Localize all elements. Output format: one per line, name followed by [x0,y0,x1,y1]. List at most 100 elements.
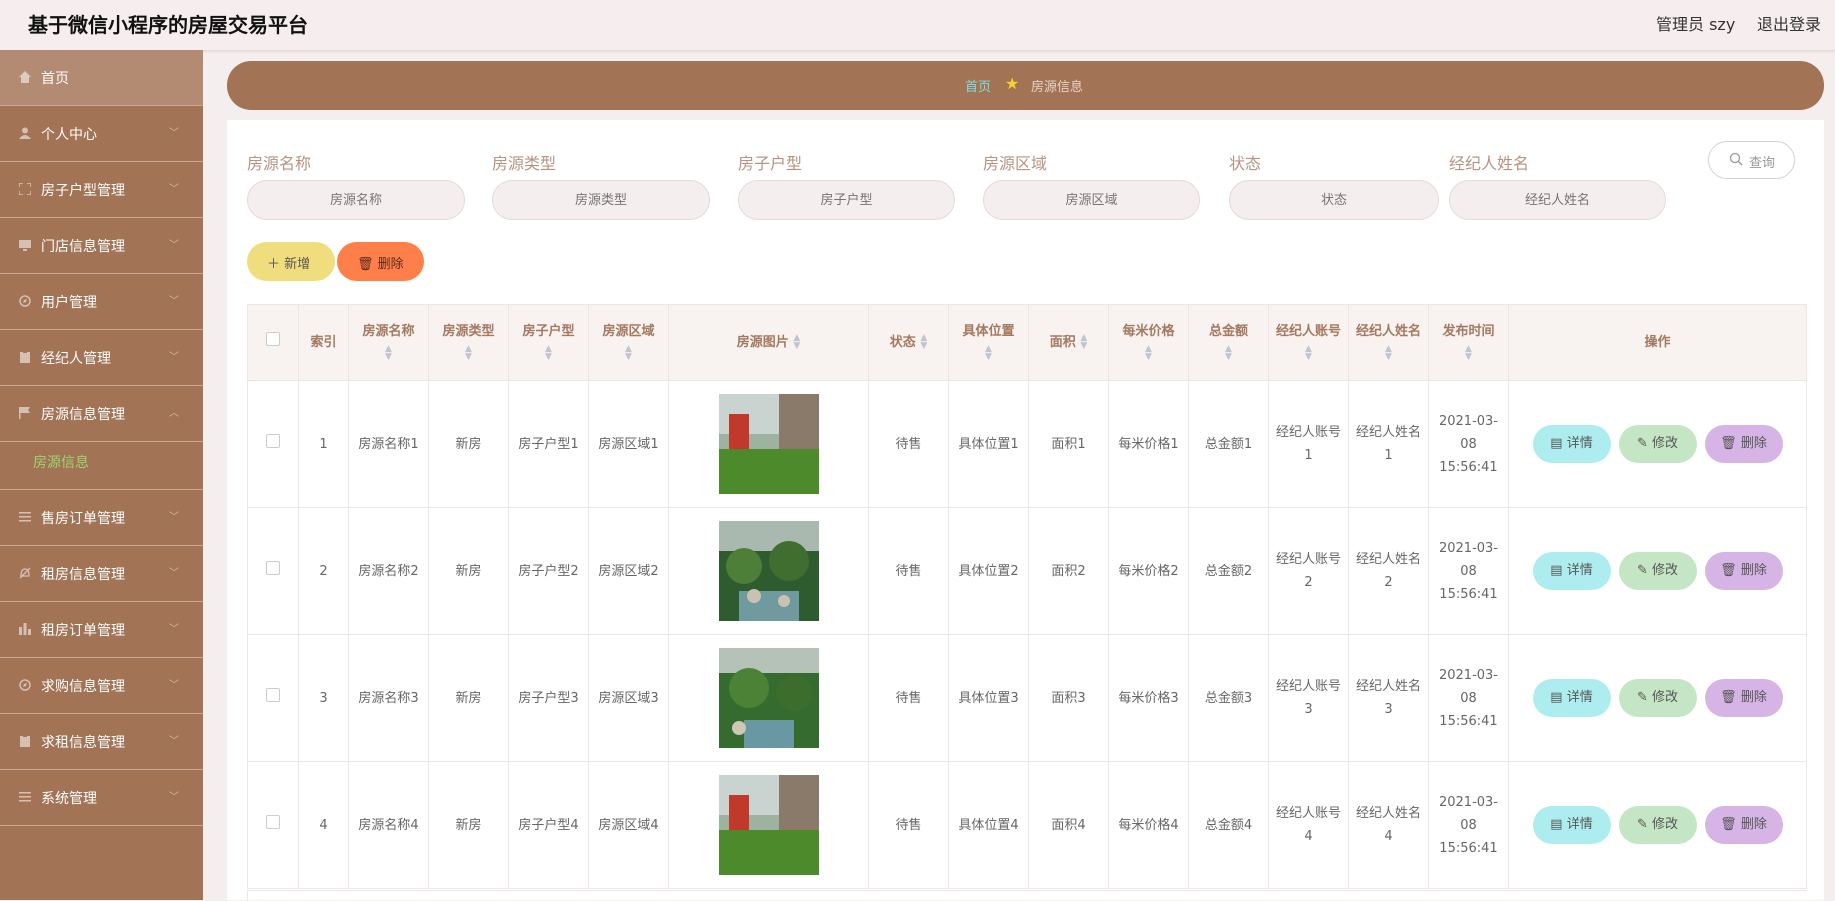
status-input[interactable] [1229,180,1439,220]
sort-icon[interactable]: ▲ ▼ [1465,345,1472,362]
sidebar-item-label: 门店信息管理 [41,239,125,255]
sidebar-item-agent-management[interactable]: 经纪人管理 ﹀ [0,330,203,386]
edit-button[interactable]: ✎ 修改 [1618,552,1697,590]
bell-off-icon [19,567,31,579]
column-header[interactable]: 经纪人账号 ▲ ▼ [1268,304,1349,381]
batch-delete-button[interactable]: 🗑 删除 [337,242,424,281]
search-button[interactable]: 查询 [1708,141,1795,179]
sidebar-subitem-listing-info[interactable]: 房源信息 [0,442,203,490]
row-checkbox[interactable] [266,814,280,829]
table-cell: 4 [298,761,349,889]
sidebar-item-store-info[interactable]: 门店信息管理 ﹀ [0,218,203,274]
edit-button[interactable]: ✎ 修改 [1618,425,1697,463]
detail-button[interactable]: ▤ 详情 [1532,806,1611,844]
sidebar-item-rental-info[interactable]: 租房信息管理 ﹀ [0,546,203,602]
detail-button[interactable]: ▤ 详情 [1532,425,1611,463]
column-header[interactable]: 房源名称 ▲ ▼ [348,304,429,381]
column-header[interactable]: 房子户型 ▲ ▼ [508,304,589,381]
sidebar-item-listing-management[interactable]: 房源信息管理 ︿ [0,386,203,442]
sort-icon[interactable]: ▲ ▼ [985,345,992,362]
edit-button[interactable]: ✎ 修改 [1618,679,1697,717]
table-cell: 具体位置4 [948,761,1029,889]
actions-cell: ▤ 详情 ✎ 修改 🗑 删除 [1508,634,1807,762]
sidebar-item-user-management[interactable]: 用户管理 ﹀ [0,274,203,330]
table-cell: 2 [298,507,349,635]
row-checkbox[interactable] [266,687,280,702]
sidebar-item-label: 系统管理 [41,791,97,807]
column-header[interactable]: 面积 ▲ ▼ [1028,304,1109,381]
chevron-up-icon: ︿ [169,408,179,419]
table-header-row: 索引 房源名称 ▲ ▼ 房源类型 ▲ ▼ 房子户型 ▲ ▼ 房源区域 ▲ ▼ 房源图片 ▲ ▼ 状… [247,304,1807,381]
column-header[interactable]: 发布时间 ▲ ▼ [1428,304,1509,381]
table-cell: 新房 [428,380,509,508]
table-cell: 经纪人账号2 [1268,507,1349,635]
flag-icon [19,407,30,419]
column-header[interactable]: 经纪人姓名 ▲ ▼ [1348,304,1429,381]
detail-button[interactable]: ▤ 详情 [1532,679,1611,717]
delete-button[interactable]: 🗑 删除 [1704,552,1783,590]
table-cell: 房源区域1 [588,380,669,508]
agent-name-input[interactable] [1449,180,1666,220]
logout-button[interactable]: 退出登录 [1757,11,1821,35]
sort-icon[interactable]: ▲ ▼ [920,334,927,351]
filter-label-listing-area: 房源区域 [983,154,1048,173]
delete-button[interactable]: 🗑 删除 [1704,806,1783,844]
sidebar-item-label: 求购信息管理 [41,679,125,695]
current-user: 管理员 szy [1656,15,1736,34]
listing-area-input[interactable] [983,180,1200,220]
detail-button[interactable]: ▤ 详情 [1532,552,1611,590]
sidebar-item-rental-orders[interactable]: 租房订单管理 ﹀ [0,602,203,658]
breadcrumb-home[interactable]: 首页 [965,76,991,95]
sort-icon[interactable]: ▲ ▼ [625,345,632,362]
sidebar: 首页 个人中心 ﹀ 房子户型管理 ﹀ 门店信息管理 ﹀ 用户管理 ﹀ 经纪人管理… [0,50,203,900]
delete-button[interactable]: 🗑 删除 [1704,425,1783,463]
sidebar-item-purchase-requests[interactable]: 求购信息管理 ﹀ [0,658,203,714]
sort-icon[interactable]: ▲ ▼ [1080,334,1087,351]
row-checkbox[interactable] [266,433,280,448]
sort-icon[interactable]: ▲ ▼ [1225,345,1232,362]
column-header[interactable]: 每米价格 ▲ ▼ [1108,304,1189,381]
sort-icon[interactable]: ▲ ▼ [1385,345,1392,362]
column-header[interactable]: 状态 ▲ ▼ [868,304,949,381]
sidebar-item-rent-requests[interactable]: 求租信息管理 ﹀ [0,714,203,770]
compass-icon [19,679,31,691]
column-header[interactable]: 房源类型 ▲ ▼ [428,304,509,381]
column-header: 索引 [298,304,349,381]
sidebar-item-home[interactable]: 首页 [0,50,203,106]
sidebar-subitem-label: 房源信息 [33,455,89,471]
house-type-input[interactable] [738,180,955,220]
column-header[interactable]: 房源图片 ▲ ▼ [668,304,869,381]
sort-icon[interactable]: ▲ ▼ [1305,345,1312,362]
table-row: 4 房源名称4 新房 房子户型4 房源区域4 待售 具体位置4 面积4 每米价格4 总金额4 经纪人… [247,761,1807,889]
delete-button[interactable]: 🗑 删除 [1704,679,1783,717]
sidebar-item-sale-orders[interactable]: 售房订单管理 ﹀ [0,490,203,546]
row-checkbox[interactable] [266,560,280,575]
listing-name-input[interactable] [247,180,465,220]
table-cell: 房源名称3 [348,634,429,762]
sidebar-item-personal-center[interactable]: 个人中心 ﹀ [0,106,203,162]
edit-button[interactable]: ✎ 修改 [1618,806,1697,844]
sort-icon[interactable]: ▲ ▼ [1145,345,1152,362]
sidebar-item-house-type[interactable]: 房子户型管理 ﹀ [0,162,203,218]
image-cell [668,761,869,889]
image-cell [668,380,869,508]
image-cell [668,634,869,762]
sidebar-item-label: 售房订单管理 [41,511,125,527]
add-button[interactable]: ＋ 新增 [247,242,335,281]
select-all-checkbox[interactable] [266,331,280,346]
monitor-icon [19,240,31,251]
clipboard-icon [20,351,30,363]
column-header[interactable]: 总金额 ▲ ▼ [1188,304,1269,381]
listing-table: 索引 房源名称 ▲ ▼ 房源类型 ▲ ▼ 房子户型 ▲ ▼ 房源区域 ▲ ▼ 房源图片 ▲ ▼ 状… [247,304,1807,889]
column-header[interactable]: 房源区域 ▲ ▼ [588,304,669,381]
listing-thumbnail [718,394,819,494]
table-cell: 房源区域2 [588,507,669,635]
listing-type-input[interactable] [492,180,710,220]
sort-icon[interactable]: ▲ ▼ [465,345,472,362]
sort-icon[interactable]: ▲ ▼ [385,345,392,362]
sidebar-item-system-management[interactable]: 系统管理 ﹀ [0,770,203,826]
sidebar-item-label: 房子户型管理 [41,183,125,199]
sort-icon[interactable]: ▲ ▼ [793,334,800,351]
sort-icon[interactable]: ▲ ▼ [545,345,552,362]
column-header[interactable]: 具体位置 ▲ ▼ [948,304,1029,381]
